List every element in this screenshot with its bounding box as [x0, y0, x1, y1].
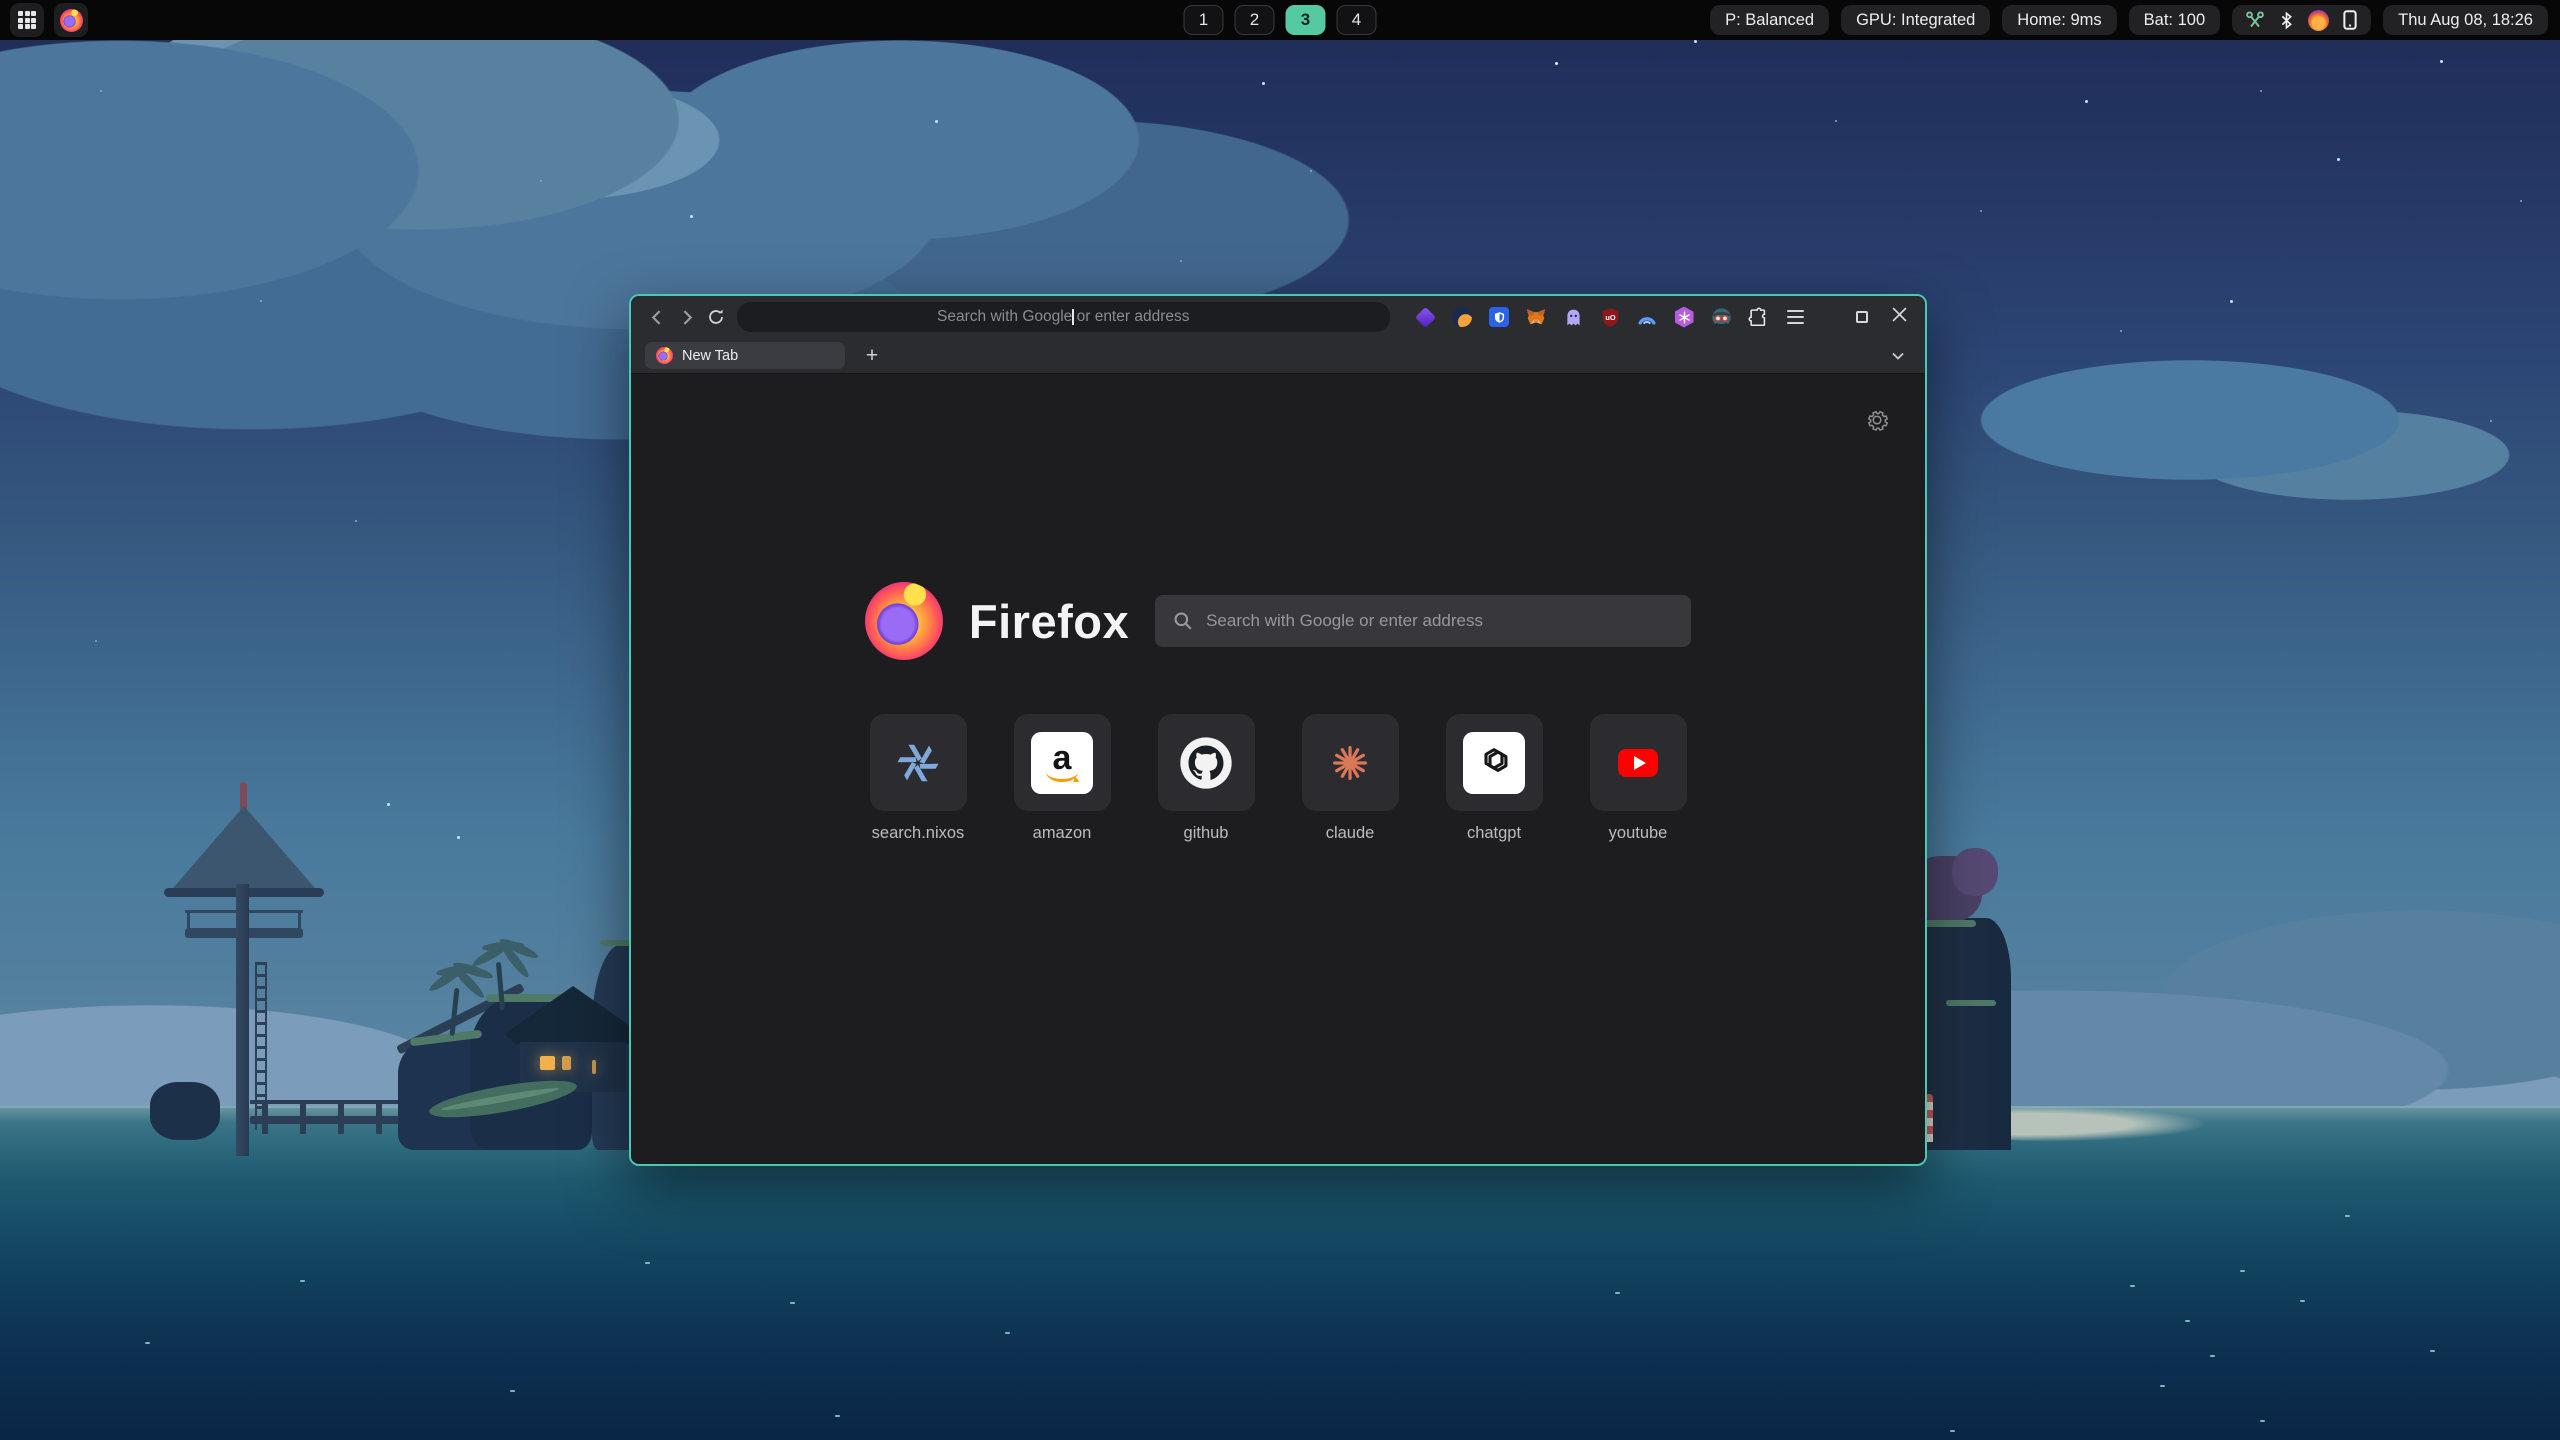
claude-tile: [1302, 714, 1399, 811]
new-tab-button[interactable]: +: [859, 343, 885, 369]
shortcut-tiles: search.nixos a amazon: [631, 714, 1925, 843]
workspace-button-4[interactable]: 4: [1337, 5, 1377, 35]
power-profile-indicator[interactable]: P: Balanced: [1710, 5, 1829, 35]
amazon-letter: a: [1053, 743, 1072, 774]
workspace-button-3-active[interactable]: 3: [1286, 5, 1326, 35]
url-bar[interactable]: [737, 302, 1390, 332]
shortcut-claude[interactable]: claude: [1302, 714, 1399, 843]
firefox-icon: [60, 9, 83, 32]
back-icon: [649, 309, 666, 326]
extension-ghostery-icon[interactable]: [1560, 304, 1586, 330]
amazon-icon: a: [1031, 732, 1093, 794]
extension-ublock-icon[interactable]: uO: [1597, 304, 1623, 330]
firefox-tray-icon: [2308, 10, 2329, 31]
extension-goggle-face-icon[interactable]: [1708, 304, 1734, 330]
extension-nordvpn-icon[interactable]: [1634, 304, 1660, 330]
clock[interactable]: Thu Aug 08, 18:26: [2383, 5, 2548, 35]
gpu-indicator[interactable]: GPU: Integrated: [1841, 5, 1990, 35]
maximize-icon: [1856, 311, 1868, 323]
extensions-row: uO: [1412, 304, 1808, 330]
network-latency-indicator[interactable]: Home: 9ms: [2002, 5, 2116, 35]
forward-button[interactable]: [672, 301, 701, 333]
desktop-screen: 1 2 3 4 P: Balanced GPU: Integrated Home…: [0, 0, 2560, 1440]
tab-favicon-firefox: [656, 347, 673, 364]
workspace-switcher: 1 2 3 4: [1184, 5, 1377, 35]
maximize-button[interactable]: [1856, 311, 1868, 323]
shortcut-label: claude: [1326, 824, 1375, 843]
github-tile: [1158, 714, 1255, 811]
extension-hexagon-icon[interactable]: [1671, 304, 1697, 330]
shortcut-label: amazon: [1033, 824, 1092, 843]
extension-bitwarden-icon[interactable]: [1486, 304, 1512, 330]
github-octocat-icon: [1178, 735, 1234, 791]
claude-starburst-icon: [1327, 740, 1373, 786]
hamburger-icon: [1787, 310, 1804, 325]
firefox-wordmark: Firefox: [969, 594, 1129, 649]
extensions-puzzle-button[interactable]: [1745, 304, 1771, 330]
shortcut-label: youtube: [1609, 824, 1668, 843]
tab-title: New Tab: [682, 348, 738, 364]
chevron-down-icon: [1890, 348, 1906, 364]
gear-icon: [1865, 408, 1889, 432]
youtube-play-icon: [1618, 749, 1658, 777]
navigation-toolbar: uO: [631, 296, 1925, 338]
firefox-launcher-button[interactable]: [54, 3, 88, 37]
shortcut-label: chatgpt: [1467, 824, 1521, 843]
newtab-search-input[interactable]: [1206, 611, 1673, 631]
new-tab-page: Firefox: [631, 374, 1925, 1162]
extension-metamask-icon[interactable]: [1523, 304, 1549, 330]
back-button[interactable]: [643, 301, 672, 333]
forward-icon: [678, 309, 695, 326]
bluetooth-icon: [2278, 11, 2295, 30]
list-all-tabs-button[interactable]: [1885, 344, 1911, 368]
search-icon: [1173, 611, 1193, 631]
text-cursor: [1072, 309, 1074, 325]
system-tray[interactable]: [2232, 5, 2371, 35]
window-controls: [1832, 307, 1907, 327]
shortcut-github[interactable]: github: [1158, 714, 1255, 843]
reload-button[interactable]: [701, 301, 730, 333]
amazon-smile-icon: [1046, 771, 1078, 782]
firefox-window: uO: [629, 294, 1927, 1166]
nixos-tile: [870, 714, 967, 811]
firefox-logo: [865, 582, 943, 660]
svg-text:uO: uO: [1605, 312, 1616, 321]
extension-globe-icon[interactable]: [1449, 304, 1475, 330]
chatgpt-icon: [1463, 732, 1525, 794]
chatgpt-tile: [1446, 714, 1543, 811]
status-bar: 1 2 3 4 P: Balanced GPU: Integrated Home…: [0, 0, 2560, 40]
shortcut-label: search.nixos: [872, 824, 965, 843]
url-input[interactable]: [737, 308, 1390, 326]
close-button[interactable]: [1892, 307, 1907, 327]
app-launcher-button[interactable]: [10, 3, 44, 37]
statusbar-right: P: Balanced GPU: Integrated Home: 9ms Ba…: [1710, 5, 2548, 35]
shortcut-amazon[interactable]: a amazon: [1014, 714, 1111, 843]
extension-purple-diamond-icon[interactable]: [1412, 304, 1438, 330]
amazon-tile: a: [1014, 714, 1111, 811]
tab-new-tab[interactable]: New Tab: [645, 342, 845, 369]
shortcut-chatgpt[interactable]: chatgpt: [1446, 714, 1543, 843]
apps-grid-icon: [18, 11, 36, 29]
nixos-snowflake-icon: [895, 740, 941, 786]
shortcut-label: github: [1184, 824, 1229, 843]
small-rock: [150, 1082, 220, 1140]
phone-icon: [2342, 10, 2358, 30]
personalize-button[interactable]: [1865, 408, 1889, 432]
shortcut-search-nixos[interactable]: search.nixos: [870, 714, 967, 843]
battery-indicator[interactable]: Bat: 100: [2129, 5, 2220, 35]
workspace-button-2[interactable]: 2: [1235, 5, 1275, 35]
statusbar-left: [10, 3, 88, 37]
reload-icon: [707, 308, 725, 326]
menu-button[interactable]: [1782, 304, 1808, 330]
newtab-search-bar[interactable]: [1155, 595, 1691, 647]
youtube-tile: [1590, 714, 1687, 811]
close-icon: [1892, 307, 1907, 322]
tab-strip: New Tab +: [631, 338, 1925, 374]
newtab-hero: Firefox: [631, 374, 1925, 660]
shortcut-youtube[interactable]: youtube: [1590, 714, 1687, 843]
scissors-icon: [2245, 10, 2265, 30]
workspace-button-1[interactable]: 1: [1184, 5, 1224, 35]
